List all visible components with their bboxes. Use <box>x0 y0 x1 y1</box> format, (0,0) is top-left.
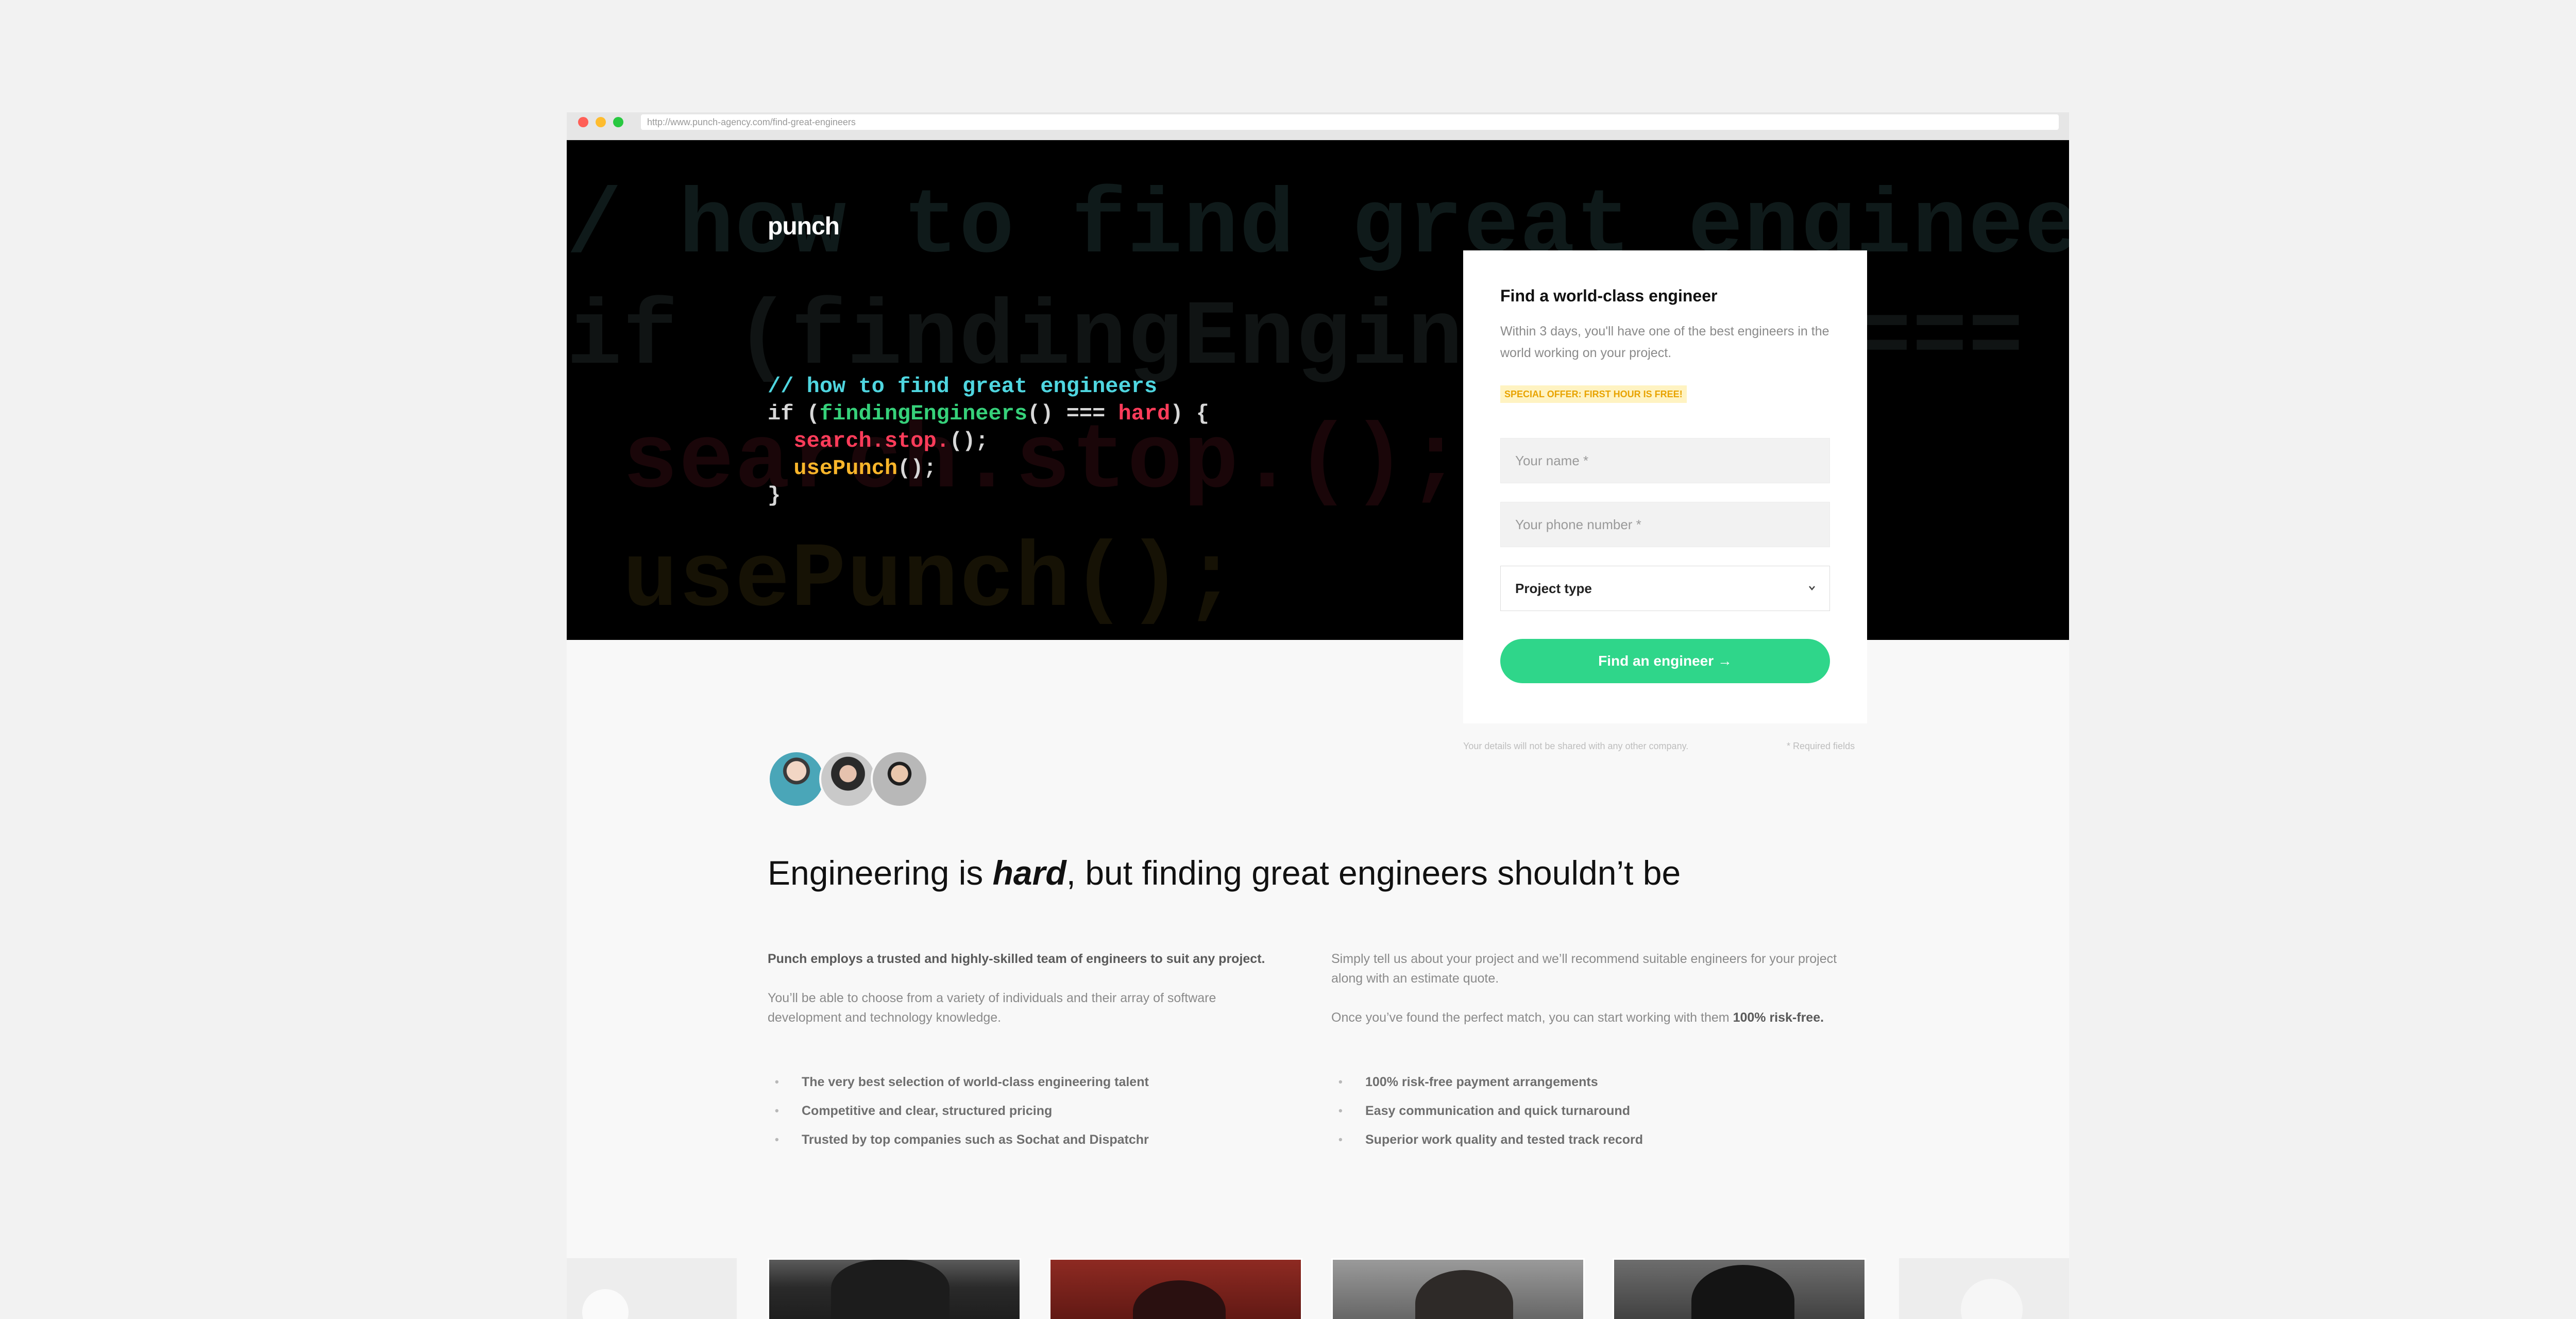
engineer-photo[interactable] <box>1613 1258 1866 1319</box>
left-benefits-list: The very best selection of world-class e… <box>768 1068 1283 1154</box>
right-body-text: Once you’ve found the perfect match, you… <box>1331 1010 1733 1025</box>
list-item: Trusted by top companies such as Sochat … <box>768 1125 1283 1154</box>
chevron-left-icon[interactable] <box>582 1289 629 1319</box>
punch-logo[interactable]: punch <box>768 212 840 241</box>
browser-window: http://www.punch-agency.com/find-great-e… <box>567 112 2069 1319</box>
code-if: if ( <box>768 401 820 426</box>
name-input[interactable]: Your name * <box>1500 438 1830 483</box>
code-operator: () === <box>1027 401 1118 426</box>
project-type-select[interactable]: Project type <box>1500 566 1830 611</box>
risk-free-text: 100% risk-free. <box>1733 1010 1824 1025</box>
section-headline: Engineering is hard, but finding great e… <box>768 853 1681 892</box>
bg-code-line: usePunch(); <box>567 529 1240 633</box>
code-function: findingEngineers <box>819 401 1028 426</box>
left-intro-text: Punch employs a trusted and highly-skill… <box>768 952 1265 966</box>
right-intro: Simply tell us about your project and we… <box>1331 952 1837 986</box>
special-offer-badge: SPECIAL OFFER: FIRST HOUR IS FREE! <box>1500 385 1687 403</box>
engineer-photo-carousel <box>567 1258 2069 1319</box>
list-item: Competitive and clear, structured pricin… <box>768 1096 1283 1125</box>
headline-end: , but finding great engineers shouldn’t … <box>1066 854 1681 892</box>
code-close-brace: } <box>768 483 781 508</box>
engineer-photo[interactable] <box>1331 1258 1585 1319</box>
form-title: Find a world-class engineer <box>1500 286 1718 305</box>
carousel-prev-preview[interactable] <box>567 1258 737 1319</box>
maximize-window-button[interactable] <box>613 117 623 127</box>
find-engineer-button[interactable]: Find an engineer → <box>1500 639 1830 683</box>
code-brace: ) { <box>1170 401 1209 426</box>
privacy-note: Your details will not be shared with any… <box>1463 741 1689 751</box>
phone-input[interactable]: Your phone number * <box>1500 502 1830 547</box>
code-comment: // how to find great engineers <box>768 374 1158 399</box>
hero-code-snippet: // how to find great engineers if (findi… <box>768 373 1209 510</box>
form-description: Within 3 days, you'll have one of the be… <box>1500 324 1829 360</box>
avatar <box>819 750 877 808</box>
code-parens: (); <box>897 456 937 481</box>
required-fields-note: * Required fields <box>1787 741 1855 751</box>
list-item: Easy communication and quick turnaround <box>1331 1096 1846 1125</box>
headline-start: Engineering is <box>768 854 993 892</box>
engineer-avatars <box>768 750 933 808</box>
engineer-request-form: Find a world-class engineer Within 3 day… <box>1463 250 1867 723</box>
avatar <box>871 750 928 808</box>
list-item: Superior work quality and tested track r… <box>1331 1125 1846 1154</box>
code-search-stop: search.stop. <box>793 429 950 453</box>
code-parens: (); <box>949 429 989 453</box>
browser-chrome: http://www.punch-agency.com/find-great-e… <box>567 112 2069 140</box>
engineer-photo[interactable] <box>1049 1258 1302 1319</box>
headline-emphasis: hard <box>992 854 1066 892</box>
code-keyword: hard <box>1118 401 1171 426</box>
chevron-down-icon <box>1808 566 1816 629</box>
avatar <box>768 750 825 808</box>
left-body: You’ll be able to choose from a variety … <box>768 991 1216 1025</box>
left-intro: Punch employs a trusted and highly-skill… <box>768 949 1293 969</box>
list-item: 100% risk-free payment arrangements <box>1331 1068 1846 1096</box>
right-benefits-list: 100% risk-free payment arrangements Easy… <box>1331 1068 1846 1154</box>
chevron-right-icon[interactable] <box>1961 1279 2023 1319</box>
carousel-next-preview[interactable] <box>1899 1258 2069 1319</box>
address-bar[interactable]: http://www.punch-agency.com/find-great-e… <box>641 114 2059 130</box>
engineer-photo[interactable] <box>768 1258 1021 1319</box>
list-item: The very best selection of world-class e… <box>768 1068 1283 1096</box>
code-usepunch: usePunch <box>793 456 898 481</box>
minimize-window-button[interactable] <box>596 117 606 127</box>
project-type-label: Project type <box>1515 581 1592 596</box>
right-body: Once you’ve found the perfect match, you… <box>1331 1008 1867 1027</box>
close-window-button[interactable] <box>578 117 588 127</box>
